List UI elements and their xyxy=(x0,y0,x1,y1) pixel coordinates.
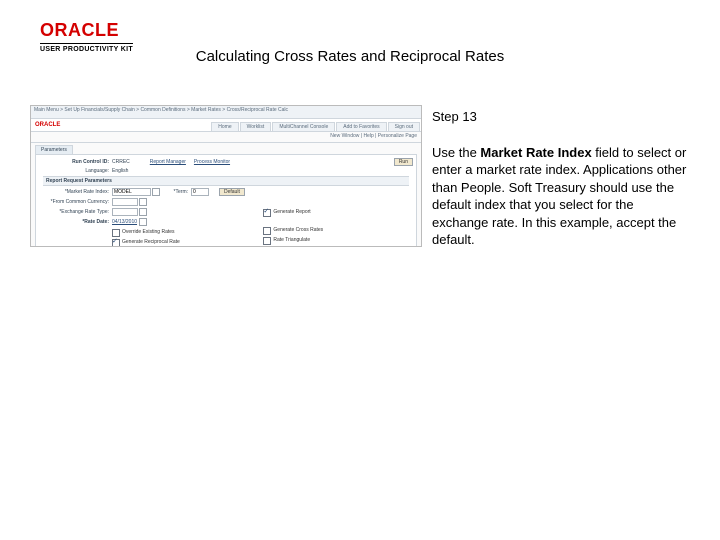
term-field[interactable] xyxy=(191,188,209,196)
language-value: English xyxy=(112,168,128,174)
reciprocal-label: Generate Reciprocal Rate xyxy=(122,239,180,245)
page-tools[interactable]: New Window | Help | Personalize Page xyxy=(31,132,421,143)
from-currency-field[interactable] xyxy=(112,198,138,206)
override-label: Override Existing Rates xyxy=(122,229,175,235)
triangulate-checkbox[interactable] xyxy=(263,237,271,245)
term-label: *Term: xyxy=(168,189,191,195)
run-control-label: Run Control ID: xyxy=(39,159,112,165)
exchange-rate-type-label: *Exchange Rate Type: xyxy=(39,209,112,215)
default-button[interactable]: Default xyxy=(219,188,245,196)
page-title: Calculating Cross Rates and Reciprocal R… xyxy=(0,48,700,65)
rate-date-label: *Rate Date: xyxy=(39,219,112,225)
body-pre: Use the xyxy=(432,145,480,160)
generate-report-checkbox[interactable] xyxy=(263,209,271,217)
step-label: Step 13 xyxy=(432,108,687,126)
reciprocal-checkbox[interactable] xyxy=(112,239,120,247)
run-button[interactable]: Run xyxy=(394,158,413,166)
breadcrumb: Main Menu > Set Up Financials/Supply Cha… xyxy=(31,106,421,119)
parameters-panel: Run Control ID: CRREC Report Manager Pro… xyxy=(35,154,417,247)
nav-multichannel[interactable]: MultiChannel Console xyxy=(272,122,335,131)
override-checkbox[interactable] xyxy=(112,229,120,237)
generate-report-label: Generate Report xyxy=(273,209,310,215)
nav-signout[interactable]: Sign out xyxy=(388,122,420,131)
lookup-icon[interactable] xyxy=(139,198,147,206)
market-rate-index-label: *Market Rate Index: xyxy=(39,189,112,195)
slide-page: ORACLE USER PRODUCTIVITY KIT Calculating… xyxy=(0,0,720,540)
process-monitor-link[interactable]: Process Monitor xyxy=(194,159,230,165)
market-rate-index-field[interactable] xyxy=(112,188,151,196)
tab-parameters[interactable]: Parameters xyxy=(35,145,73,154)
app-logo: ORACLE xyxy=(35,122,60,128)
brand-name: ORACLE xyxy=(40,20,133,41)
nav-home[interactable]: Home xyxy=(211,122,238,131)
nav-favorites[interactable]: Add to Favorites xyxy=(336,122,386,131)
triangulate-label: Rate Triangulate xyxy=(273,237,310,243)
cross-rates-checkbox[interactable] xyxy=(263,227,271,235)
report-manager-link[interactable]: Report Manager xyxy=(150,159,186,165)
embedded-screenshot: Main Menu > Set Up Financials/Supply Cha… xyxy=(30,105,422,247)
rate-date-value[interactable]: 04/13/2010 xyxy=(112,219,137,225)
body-bold: Market Rate Index xyxy=(480,145,591,160)
nav-worklist[interactable]: Worklist xyxy=(240,122,272,131)
calendar-icon[interactable] xyxy=(139,218,147,226)
section-tabs: Parameters xyxy=(31,143,421,154)
header: ORACLE USER PRODUCTIVITY KIT Calculating… xyxy=(0,20,720,70)
lookup-icon[interactable] xyxy=(139,208,147,216)
instructions: Step 13 Use the Market Rate Index field … xyxy=(432,108,687,249)
language-label: Language: xyxy=(39,168,112,174)
from-currency-label: *From Common Currency: xyxy=(39,199,112,205)
run-control-value: CRREC xyxy=(112,159,130,165)
exchange-rate-type-field[interactable] xyxy=(112,208,138,216)
params-legend: Report Request Parameters xyxy=(43,176,409,186)
cross-rates-label: Generate Cross Rates xyxy=(273,227,323,233)
lookup-icon[interactable] xyxy=(152,188,160,196)
app-top-nav: ORACLE Home Worklist MultiChannel Consol… xyxy=(31,119,421,132)
step-body: Use the Market Rate Index field to selec… xyxy=(432,144,687,249)
